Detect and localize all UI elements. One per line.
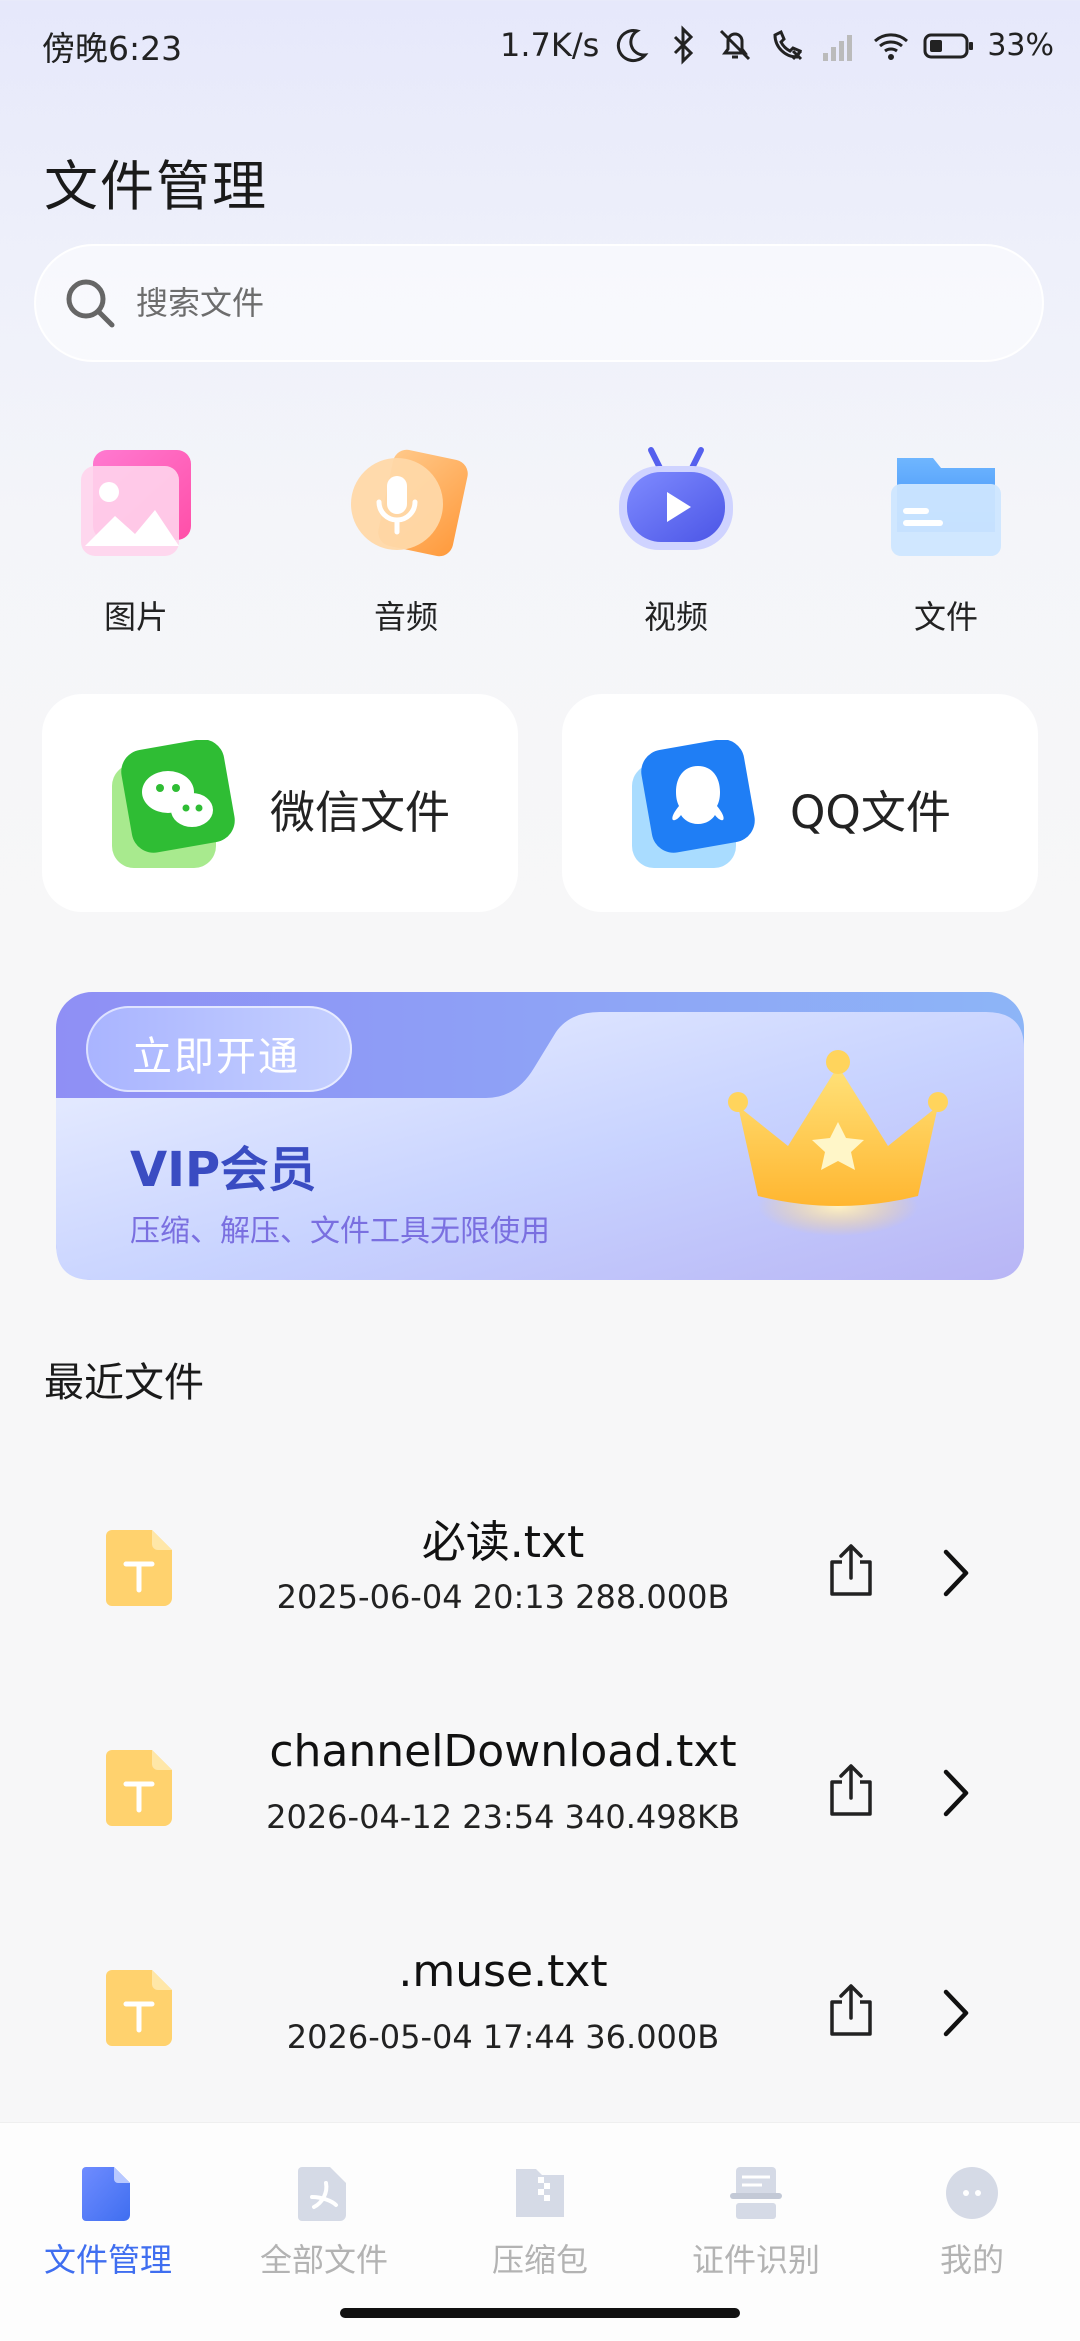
share-icon[interactable] bbox=[826, 1982, 876, 2038]
qq-files-card[interactable]: QQ文件 bbox=[562, 694, 1038, 912]
chevron-right-icon[interactable] bbox=[940, 1548, 972, 1598]
share-icon[interactable] bbox=[826, 1762, 876, 1818]
recent-files-title: 最近文件 bbox=[44, 1360, 204, 1406]
chevron-right-icon[interactable] bbox=[940, 1768, 972, 1818]
audio-icon bbox=[351, 449, 468, 557]
battery-icon bbox=[923, 33, 974, 59]
file-row[interactable]: .muse.txt 2026-05-04 17:44 36.000B bbox=[0, 1900, 1080, 2100]
crown-icon bbox=[728, 1050, 948, 1236]
category-label: 图片 bbox=[103, 598, 168, 636]
wechat-icon bbox=[112, 740, 235, 868]
nav-file-manager[interactable]: 文件管理 bbox=[8, 2163, 208, 2281]
qq-icon bbox=[632, 740, 755, 868]
search-icon bbox=[66, 279, 115, 328]
nav-label: 文件管理 bbox=[43, 2241, 172, 2279]
bluetooth-icon bbox=[674, 25, 694, 65]
chevron-right-icon[interactable] bbox=[940, 1988, 972, 2038]
net-speed: 1.7K/s bbox=[499, 26, 600, 64]
status-bar: 傍晚6:23 1.7K/s 33% bbox=[0, 0, 1080, 92]
battery-percent: 33% bbox=[987, 27, 1054, 63]
search-bar[interactable] bbox=[34, 244, 1044, 362]
moon-icon bbox=[617, 29, 649, 63]
qq-files-label: QQ文件 bbox=[790, 786, 951, 839]
category-label: 文件 bbox=[913, 598, 978, 636]
nav-mine[interactable]: 我的 bbox=[872, 2163, 1072, 2281]
image-icon bbox=[81, 450, 191, 556]
call-icon bbox=[773, 29, 803, 61]
nav-label: 证件识别 bbox=[691, 2241, 820, 2279]
category-label: 音频 bbox=[373, 598, 438, 636]
vip-activate-button[interactable]: 立即开通 bbox=[86, 1006, 352, 1092]
category-audio[interactable]: 音频 bbox=[326, 440, 486, 638]
mute-bell-icon bbox=[720, 29, 751, 61]
wifi-icon bbox=[874, 33, 909, 60]
nav-label: 压缩包 bbox=[491, 2241, 588, 2279]
file-manager-icon bbox=[82, 2167, 130, 2221]
vip-subtitle: 压缩、解压、文件工具无限使用 bbox=[130, 1214, 550, 1249]
nav-id-recognition[interactable]: 证件识别 bbox=[656, 2163, 856, 2281]
nav-label: 我的 bbox=[939, 2241, 1004, 2279]
id-scan-icon bbox=[730, 2167, 782, 2219]
nav-archives[interactable]: 压缩包 bbox=[440, 2163, 640, 2281]
vip-title: VIP会员 bbox=[130, 1142, 317, 1198]
home-indicator bbox=[340, 2308, 740, 2318]
category-images[interactable]: 图片 bbox=[56, 440, 216, 638]
wechat-files-card[interactable]: 微信文件 bbox=[42, 694, 518, 912]
file-row[interactable]: channelDownload.txt 2026-04-12 23:54 340… bbox=[0, 1680, 1080, 1880]
folder-icon bbox=[891, 458, 1001, 556]
wechat-files-label: 微信文件 bbox=[270, 786, 451, 839]
status-icons: 1.7K/s 33% bbox=[500, 20, 1054, 70]
status-time: 傍晚6:23 bbox=[42, 29, 183, 68]
archive-icon bbox=[516, 2169, 564, 2217]
signal-icon bbox=[823, 35, 853, 61]
file-row[interactable]: 必读.txt 2025-06-04 20:13 288.000B bbox=[0, 1460, 1080, 1660]
category-label: 视频 bbox=[643, 598, 708, 636]
vip-activate-label: 立即开通 bbox=[132, 1034, 300, 1080]
page-title: 文件管理 bbox=[44, 155, 268, 218]
profile-icon bbox=[946, 2167, 998, 2219]
category-video[interactable]: 视频 bbox=[596, 440, 756, 638]
category-documents[interactable]: 文件 bbox=[866, 440, 1026, 638]
nav-all-files[interactable]: 全部文件 bbox=[224, 2163, 424, 2281]
nav-label: 全部文件 bbox=[259, 2241, 388, 2279]
share-icon[interactable] bbox=[826, 1542, 876, 1598]
search-input[interactable] bbox=[134, 283, 1018, 323]
video-icon bbox=[619, 447, 733, 550]
all-files-icon bbox=[298, 2167, 346, 2221]
